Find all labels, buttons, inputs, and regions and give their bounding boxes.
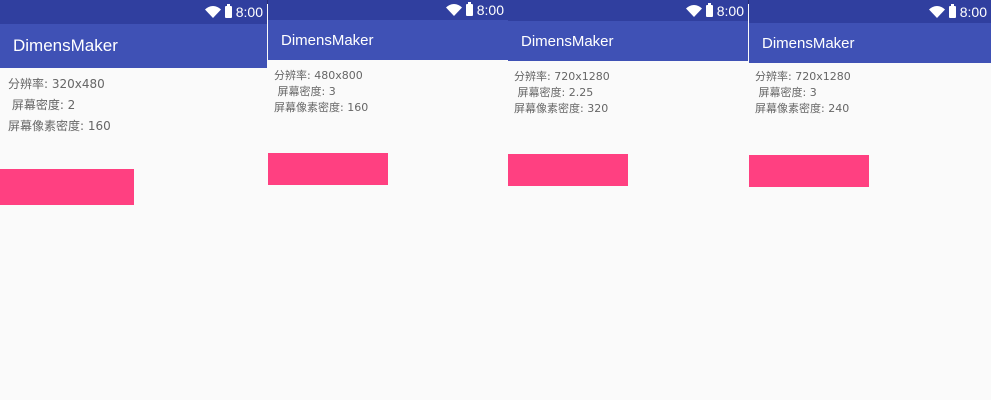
- status-bar: 8:00: [0, 0, 267, 24]
- app-bar: DimensMaker: [268, 20, 508, 60]
- density-text: 屏幕密度: 3: [274, 85, 336, 98]
- sample-view-bar: [0, 169, 134, 205]
- app-title: DimensMaker: [13, 36, 118, 55]
- battery-icon: [224, 4, 232, 18]
- app-bar: DimensMaker: [508, 21, 748, 61]
- density-text: 屏幕密度: 3: [755, 86, 817, 99]
- resolution-text: 分辨率: 720x1280: [514, 70, 610, 83]
- app-bar: DimensMaker: [0, 24, 267, 68]
- battery-icon: [465, 2, 473, 16]
- battery-icon: [948, 3, 956, 18]
- wifi-icon: [445, 4, 462, 16]
- status-bar: 8:00: [749, 0, 991, 23]
- status-bar: 8:00: [508, 0, 748, 21]
- status-time: 8:00: [959, 3, 987, 20]
- device-info: 分辨率: 720x1280 屏幕密度: 2.25 屏幕像素密度: 320: [514, 69, 610, 117]
- density-text: 屏幕密度: 2: [8, 98, 76, 112]
- phone-screen-480x800: 8:00 DimensMaker 分辨率: 480x800 屏幕密度: 3 屏幕…: [268, 0, 508, 400]
- status-time: 8:00: [716, 2, 744, 19]
- app-title: DimensMaker: [281, 31, 374, 49]
- app-title: DimensMaker: [521, 32, 614, 50]
- device-info: 分辨率: 720x1280 屏幕密度: 3 屏幕像素密度: 240: [755, 69, 851, 117]
- device-info: 分辨率: 320x480 屏幕密度: 2 屏幕像素密度: 160: [8, 74, 111, 137]
- resolution-text: 分辨率: 320x480: [8, 77, 105, 91]
- density-text: 屏幕密度: 2.25: [514, 86, 594, 99]
- status-time: 8:00: [235, 4, 263, 20]
- wifi-icon: [204, 6, 221, 18]
- resolution-text: 分辨率: 720x1280: [755, 70, 851, 83]
- device-info: 分辨率: 480x800 屏幕密度: 3 屏幕像素密度: 160: [274, 68, 368, 116]
- dpi-text: 屏幕像素密度: 320: [514, 102, 609, 115]
- phone-screen-320x480: 8:00 DimensMaker 分辨率: 320x480 屏幕密度: 2 屏幕…: [0, 0, 267, 400]
- status-bar: 8:00: [268, 0, 508, 20]
- wifi-icon: [928, 5, 945, 18]
- resolution-text: 分辨率: 480x800: [274, 69, 363, 82]
- sample-view-bar: [508, 154, 628, 186]
- sample-view-bar: [749, 155, 869, 187]
- app-bar: DimensMaker: [749, 23, 991, 63]
- sample-view-bar: [268, 153, 388, 185]
- phone-screen-720x1280-xhdpi: 8:00 DimensMaker 分辨率: 720x1280 屏幕密度: 3 屏…: [749, 0, 991, 400]
- phone-screen-720x1280-hdpi: 8:00 DimensMaker 分辨率: 720x1280 屏幕密度: 2.2…: [508, 0, 748, 400]
- status-time: 8:00: [476, 2, 504, 18]
- battery-icon: [705, 2, 713, 17]
- app-title: DimensMaker: [762, 34, 855, 52]
- dpi-text: 屏幕像素密度: 240: [755, 102, 850, 115]
- dpi-text: 屏幕像素密度: 160: [8, 119, 111, 133]
- dpi-text: 屏幕像素密度: 160: [274, 101, 369, 114]
- wifi-icon: [685, 4, 702, 17]
